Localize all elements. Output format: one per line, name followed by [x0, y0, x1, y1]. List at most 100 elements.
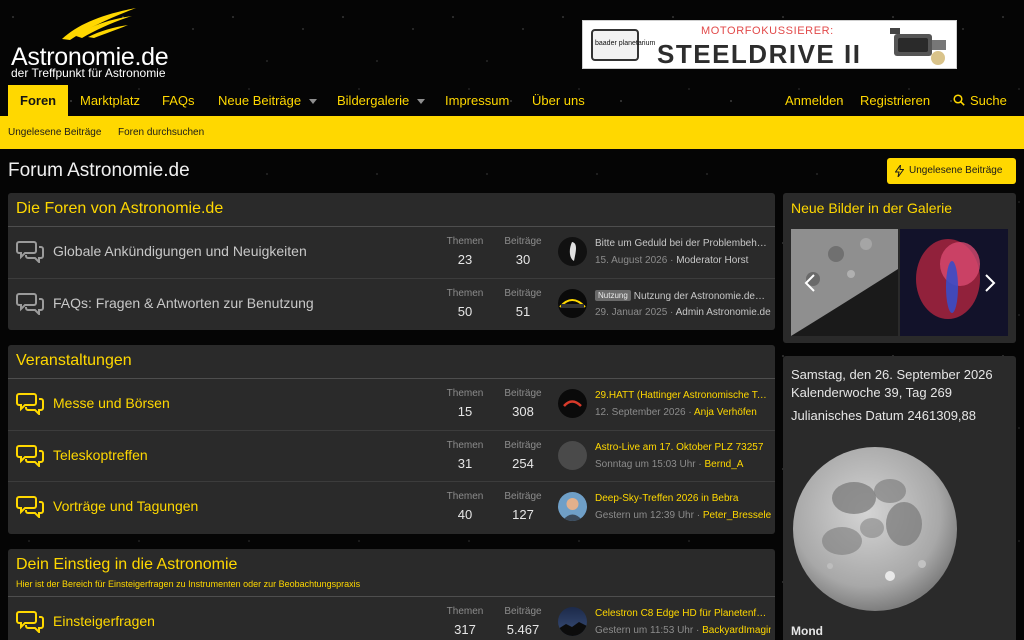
threads-count: 317 [454, 622, 476, 637]
nav-tab-neue-beitraege[interactable]: Neue Beiträge [218, 85, 318, 116]
threads-label: Themen [446, 606, 484, 617]
posts-label: Beiträge [504, 491, 542, 502]
posts-label: Beiträge [504, 288, 542, 299]
posts-label: Beiträge [504, 236, 542, 247]
threads-count: 31 [457, 456, 473, 471]
baader-logo-label: baader planetarium [595, 40, 656, 47]
site-subtitle: der Treffpunkt für Astronomie [11, 66, 166, 80]
threads-label: Themen [446, 440, 484, 451]
nav-tab-ueber-uns[interactable]: Über uns [532, 85, 585, 116]
avatar-image [558, 622, 587, 636]
forum-row: Vorträge und Tagungen Themen 40 Beiträge… [8, 481, 775, 532]
category-header: Veranstaltungen [8, 345, 775, 379]
chevron-down-icon[interactable] [417, 99, 426, 105]
motor-focuser-icon [890, 28, 946, 65]
forum-title[interactable]: Einsteigerfragen [53, 613, 155, 629]
last-post-user[interactable]: BackyardImaging [702, 625, 771, 636]
unread-posts-button-label: Ungelesene Beiträge [909, 165, 1003, 176]
lightning-icon [895, 165, 904, 177]
last-post-title-text: Nutzung der Astronomie.de Foren [633, 291, 767, 302]
last-post-date: 29. Januar 2025 [595, 307, 668, 318]
page-title: Forum Astronomie.de [8, 160, 190, 181]
threads-count: 40 [457, 507, 473, 522]
forum-unread-icon [16, 496, 44, 518]
gallery-title[interactable]: Neue Bilder in der Galerie [791, 200, 952, 216]
last-post-user[interactable]: Admin Astronomie.de [676, 307, 771, 318]
forum-title[interactable]: Globale Ankündigungen und Neuigkeiten [53, 243, 307, 259]
posts-count: 254 [512, 456, 534, 471]
category-title[interactable]: Dein Einstieg in die Astronomie [16, 556, 237, 574]
category-title[interactable]: Die Foren von Astronomie.de [16, 200, 223, 218]
last-post-title[interactable]: Astro-Live am 17. Oktober PLZ 73257 [595, 442, 767, 453]
forum-unread-icon [16, 611, 44, 633]
nav-tab-foren[interactable]: Foren [8, 85, 69, 116]
last-post-user[interactable]: Peter_Bresseler [703, 510, 771, 521]
chevron-right-icon[interactable] [982, 273, 998, 293]
forum-row: Teleskoptreffen Themen 31 Beiträge 254 A… [8, 430, 775, 481]
last-post-meta: 15. August 2026 · Moderator Horst [595, 255, 749, 266]
forum-title[interactable]: Vorträge und Tagungen [53, 498, 198, 514]
avatar-image [569, 242, 576, 261]
search-icon [953, 94, 965, 106]
login-link[interactable]: Anmelden [785, 85, 844, 116]
forum-unread-icon [16, 445, 44, 467]
subnav-search-forums[interactable]: Foren durchsuchen [118, 116, 204, 149]
nav-tab-neue-beitraege-label: Neue Beiträge [218, 93, 302, 108]
unread-posts-button[interactable]: Ungelesene Beiträge [887, 158, 1016, 184]
posts-count: 5.467 [506, 622, 540, 637]
avatar[interactable] [558, 237, 587, 266]
last-post-meta: 12. September 2026 · Anja Verhöfen [595, 407, 757, 418]
banner-headline: STEELDRIVE II [657, 39, 862, 69]
chevron-left-icon[interactable] [802, 273, 818, 293]
posts-label: Beiträge [504, 440, 542, 451]
threads-label: Themen [446, 388, 484, 399]
forum-row: FAQs: Fragen & Antworten zur Benutzung T… [8, 278, 775, 329]
moon-phase-image [793, 447, 957, 611]
site-logo[interactable]: Astronomie.de der Treffpunkt für Astrono… [10, 6, 210, 84]
forum-title[interactable]: Teleskoptreffen [53, 447, 148, 463]
posts-label: Beiträge [504, 388, 542, 399]
last-post-title[interactable]: 29.HATT (Hattinger Astronomische Tage) [595, 390, 767, 401]
category-block: Die Foren von Astronomie.de Globale Ankü… [8, 193, 775, 330]
threads-count: 15 [457, 404, 473, 419]
category-title[interactable]: Veranstaltungen [16, 352, 132, 370]
avatar[interactable] [558, 492, 587, 521]
avatar-image [563, 400, 582, 407]
nav-tab-bildergalerie-label: Bildergalerie [337, 93, 410, 108]
last-post-user[interactable]: Bernd_A [705, 459, 744, 470]
last-post-user[interactable]: Anja Verhöfen [694, 407, 757, 418]
avatar[interactable] [558, 607, 587, 636]
avatar[interactable] [558, 389, 587, 418]
date-widget: Samstag, den 26. September 2026 Kalender… [783, 356, 1016, 640]
nav-tab-bildergalerie[interactable]: Bildergalerie [337, 85, 426, 116]
threads-label: Themen [446, 491, 484, 502]
week-day-line: Kalenderwoche 39, Tag 269 [791, 385, 952, 400]
last-post-title[interactable]: Celestron C8 Edge HD für Planetenfotogra… [595, 608, 767, 619]
last-post-user[interactable]: Moderator Horst [676, 255, 748, 266]
register-link[interactable]: Registrieren [860, 85, 930, 116]
category-header: Die Foren von Astronomie.de [8, 193, 775, 227]
posts-count: 127 [512, 507, 534, 522]
last-post-meta: Gestern um 12:39 Uhr · Peter_Bresseler [595, 510, 771, 521]
avatar[interactable] [558, 289, 587, 318]
nav-tab-impressum[interactable]: Impressum [445, 85, 509, 116]
forum-unread-icon [16, 393, 44, 415]
avatar[interactable] [558, 441, 587, 470]
last-post-meta: Sonntag um 15:03 Uhr · Bernd_A [595, 459, 744, 470]
forum-row: Globale Ankündigungen und Neuigkeiten Th… [8, 227, 775, 278]
forum-title[interactable]: FAQs: Fragen & Antworten zur Benutzung [53, 295, 314, 311]
nav-tab-faqs[interactable]: FAQs [162, 85, 195, 116]
subnav-unread-posts[interactable]: Ungelesene Beiträge [8, 116, 101, 149]
main-nav: Foren Marktplatz FAQs Neue Beiträge Bild… [0, 85, 1024, 116]
last-post-date: Sonntag um 15:03 Uhr [595, 459, 696, 470]
last-post-title[interactable]: NutzungNutzung der Astronomie.de Foren [595, 290, 767, 302]
nav-tab-marktplatz[interactable]: Marktplatz [80, 85, 140, 116]
avatar-image [562, 498, 583, 521]
posts-label: Beiträge [504, 606, 542, 617]
last-post-title[interactable]: Deep-Sky-Treffen 2026 in Bebra [595, 493, 767, 504]
last-post-title[interactable]: Bitte um Geduld bei der Problembehebung [595, 238, 767, 249]
search-link[interactable]: Suche [953, 85, 1007, 116]
ad-banner[interactable]: baader planetarium MOTORFOKUSSIERER: STE… [582, 20, 957, 69]
chevron-down-icon[interactable] [309, 99, 318, 105]
forum-title[interactable]: Messe und Börsen [53, 395, 170, 411]
